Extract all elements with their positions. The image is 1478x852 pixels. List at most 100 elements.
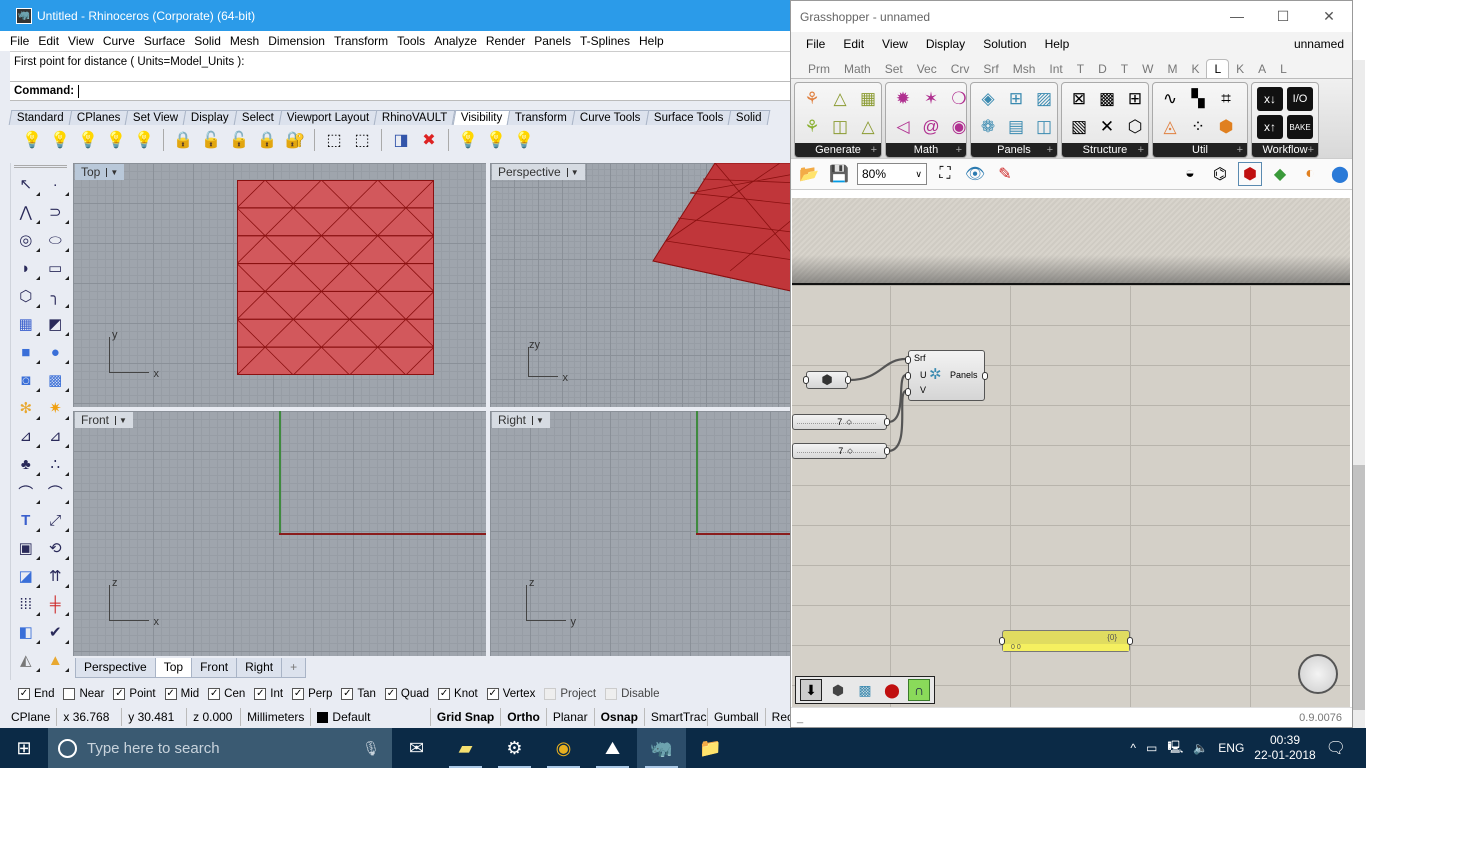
bake-down-icon[interactable]: ⬇: [800, 679, 822, 701]
hex-mesh-icon[interactable]: ⬢: [827, 679, 849, 701]
viewport-right[interactable]: Right ▼ z y: [490, 411, 800, 656]
menu-panels[interactable]: Panels: [534, 34, 571, 48]
gh-tab-t[interactable]: T: [1114, 60, 1135, 78]
preview-none-icon[interactable]: ◒: [1178, 162, 1202, 186]
vertical-scrollbar[interactable]: [1353, 60, 1365, 728]
grid-snap-toggle[interactable]: Grid Snap: [431, 708, 502, 726]
grid-panel-icon[interactable]: ▦: [854, 85, 882, 113]
osnap-disable[interactable]: Disable: [605, 688, 659, 700]
osnap-checkbox[interactable]: ✓: [438, 688, 451, 700]
command-line[interactable]: Command:: [10, 81, 800, 101]
polyline-icon[interactable]: ⋀: [14, 200, 40, 224]
tab-transform[interactable]: Transform: [506, 110, 576, 125]
rotate-icon[interactable]: ⟲: [43, 536, 70, 560]
offset-curve-icon[interactable]: ⌒: [43, 480, 70, 504]
viewport-tab-perspective[interactable]: Perspective: [75, 658, 156, 678]
osnap-int[interactable]: ✓ Int: [254, 688, 283, 700]
volume-icon[interactable]: 🔈: [1193, 741, 1208, 755]
zoom-level-select[interactable]: 80% ∨: [857, 163, 927, 185]
gh-tab-k[interactable]: K: [1184, 60, 1206, 78]
torus-icon[interactable]: ◉: [945, 113, 973, 141]
export-icon[interactable]: x↑: [1257, 115, 1283, 139]
gh-tab-w[interactable]: W: [1135, 60, 1160, 78]
diagonal-grid-icon[interactable]: ▧: [1065, 113, 1093, 141]
viewport-label-front[interactable]: Front ▼: [75, 412, 133, 428]
grid-mesh-icon[interactable]: ▩: [854, 679, 876, 701]
osnap-knot[interactable]: ✓ Knot: [438, 688, 478, 700]
gradient-icon[interactable]: ▚: [1184, 85, 1212, 113]
sticky-notes-icon[interactable]: ▰: [441, 728, 490, 768]
quad-panel-icon[interactable]: ⊞: [1002, 85, 1030, 113]
toolbox-grip[interactable]: [14, 165, 67, 168]
array-icon[interactable]: ⁞⁞⁞: [14, 592, 40, 616]
magnet-icon[interactable]: ∩: [908, 679, 930, 701]
dropdown-arrow-icon[interactable]: ▼: [115, 415, 127, 425]
render-preview-icon[interactable]: ▲: [43, 648, 70, 672]
curve-icon[interactable]: ⊃: [43, 200, 70, 224]
osnap-near[interactable]: Near: [63, 688, 104, 700]
join-icon[interactable]: ✻: [14, 396, 40, 420]
save-file-icon[interactable]: 💾: [827, 162, 851, 186]
gh-tab-a[interactable]: A: [1251, 60, 1273, 78]
units[interactable]: Millimeters: [241, 708, 312, 726]
layer-off-icon[interactable]: 💡: [484, 128, 508, 152]
tab-curve-tools[interactable]: Curve Tools: [571, 110, 649, 125]
microphone-icon[interactable]: 🎙: [362, 740, 380, 757]
tab-viewport-layout[interactable]: Viewport Layout: [278, 110, 378, 125]
output-port[interactable]: [1127, 637, 1133, 645]
menu-help[interactable]: Help: [639, 34, 664, 48]
tab-visibility[interactable]: Visibility: [452, 110, 511, 125]
gh-menu-help[interactable]: Help: [1045, 37, 1070, 51]
swap-hidden-icon[interactable]: 💡: [132, 128, 156, 152]
osnap-checkbox[interactable]: ✓: [254, 688, 267, 700]
analyze-icon[interactable]: ◧: [14, 620, 40, 644]
sketch-pen-icon[interactable]: ✎: [993, 162, 1017, 186]
menu-surface[interactable]: Surface: [144, 34, 185, 48]
scale-icon[interactable]: ⤢: [43, 508, 70, 532]
ribbon-group-label[interactable]: Workflow: [1252, 143, 1318, 157]
lock-icon[interactable]: 🔒: [171, 128, 195, 152]
preview-selected-icon[interactable]: ◆: [1268, 162, 1292, 186]
polyhedron-icon[interactable]: ⬢: [1212, 113, 1240, 141]
gh-tab-srf[interactable]: Srf: [976, 60, 1005, 78]
tab-cplanes[interactable]: CPlanes: [68, 110, 129, 125]
surface-param-component[interactable]: ⬢: [803, 371, 851, 389]
osnap-checkbox[interactable]: ✓: [292, 688, 305, 700]
taskbar-search-box[interactable]: Type here to search 🎙: [48, 728, 392, 768]
cplane-indicator[interactable]: CPlane: [5, 708, 58, 726]
gh-tab-int[interactable]: Int: [1042, 60, 1069, 78]
viewport-label-perspective[interactable]: Perspective ▼: [492, 164, 585, 180]
dropdown-arrow-icon[interactable]: ▼: [106, 167, 118, 177]
settings-icon[interactable]: ⚙: [490, 728, 539, 768]
zoom-extents-icon[interactable]: ⛶: [933, 162, 957, 186]
tab-standard[interactable]: Standard: [8, 110, 73, 125]
osnap-checkbox[interactable]: ✓: [486, 688, 499, 700]
check-icon[interactable]: ✔: [43, 620, 70, 644]
unlock-icon[interactable]: 🔓: [199, 128, 223, 152]
preview-eye-icon[interactable]: 👁: [963, 162, 987, 186]
ellipse-icon[interactable]: ⬭: [43, 228, 70, 252]
hide-in-detail-icon[interactable]: ◨: [389, 128, 413, 152]
number-slider-u[interactable]: 7 ◇: [792, 414, 890, 430]
polygon-icon[interactable]: ⬡: [14, 284, 40, 308]
windows-start-icon[interactable]: ⊞: [0, 728, 48, 768]
gh-tab-l[interactable]: L: [1273, 60, 1294, 78]
arc-icon[interactable]: ◗: [14, 256, 40, 280]
menu-render[interactable]: Render: [486, 34, 525, 48]
osnap-checkbox[interactable]: [605, 688, 618, 700]
show-hidden-icons-icon[interactable]: ^: [1130, 741, 1136, 755]
hide-objects-icon[interactable]: 💡: [20, 128, 44, 152]
triangle-icon[interactable]: △: [826, 85, 854, 113]
extrude-curve-icon[interactable]: ◩: [43, 312, 70, 336]
viewport-perspective[interactable]: Perspective ▼ zy x: [490, 163, 800, 407]
viewport-top[interactable]: Top ▼ y x: [73, 163, 486, 407]
chrome-icon[interactable]: ◉: [539, 728, 588, 768]
ortho-toggle[interactable]: Ortho: [501, 708, 547, 726]
lattice-icon[interactable]: ✕: [1093, 113, 1121, 141]
mail-app-icon[interactable]: ✉: [392, 728, 441, 768]
menu-view[interactable]: View: [68, 34, 94, 48]
battery-icon[interactable]: ▭: [1146, 741, 1157, 755]
planar-toggle[interactable]: Planar: [547, 708, 595, 726]
osnap-cen[interactable]: ✓ Cen: [208, 688, 245, 700]
menu-tsplines[interactable]: T-Splines: [580, 34, 630, 48]
